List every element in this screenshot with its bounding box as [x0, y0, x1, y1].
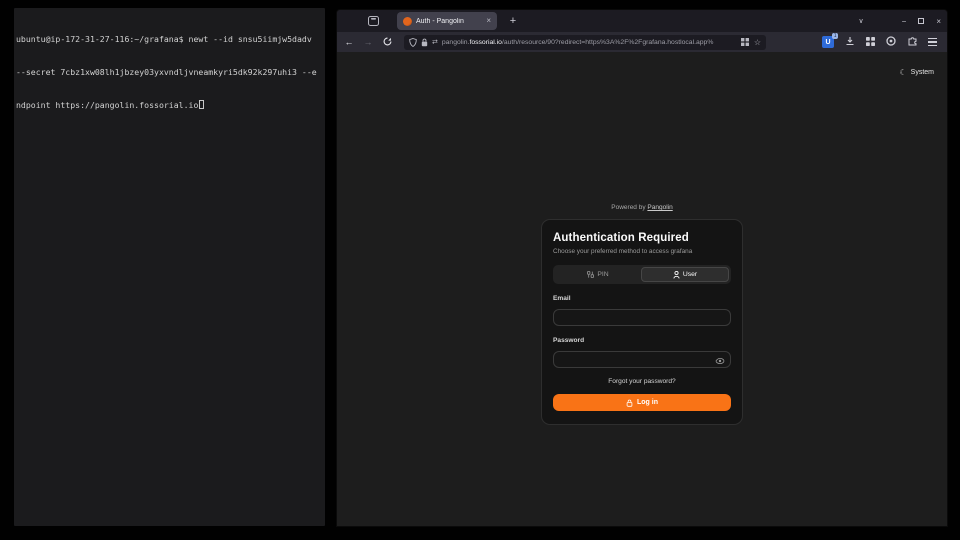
- email-field[interactable]: [553, 309, 731, 326]
- terminal-cursor: [199, 100, 204, 109]
- maximize-button[interactable]: [918, 18, 924, 24]
- theme-toggle[interactable]: ☾ System: [899, 68, 934, 77]
- bookmark-star-icon[interactable]: ☆: [754, 38, 761, 47]
- privacy-extension-icon[interactable]: [886, 33, 896, 51]
- tab-user[interactable]: User: [641, 267, 729, 282]
- menu-hamburger-icon[interactable]: [928, 38, 937, 46]
- tab-user-label: User: [683, 271, 697, 278]
- forward-button[interactable]: →: [362, 38, 374, 47]
- terminal-window[interactable]: ubuntu@ip-172-31-27-116:~/grafana$ newt …: [14, 8, 325, 526]
- tab-pin-label: PIN: [597, 271, 608, 278]
- url-text: pangolin.fossorial.io/auth/resource/90?r…: [442, 39, 737, 46]
- email-label: Email: [553, 295, 731, 302]
- site-info-swap-icon[interactable]: ⇄: [432, 38, 438, 46]
- desktop: ubuntu@ip-172-31-27-116:~/grafana$ newt …: [0, 0, 960, 540]
- firefox-view-icon[interactable]: [363, 13, 383, 29]
- pangolin-favicon-icon: [403, 17, 412, 26]
- card-title: Authentication Required: [553, 232, 731, 244]
- password-manager-extension-icon[interactable]: U 1: [822, 36, 834, 48]
- login-lock-icon: [626, 399, 633, 407]
- pangolin-link[interactable]: Pangolin: [647, 204, 672, 211]
- browser-tabbar: Auth - Pangolin × + ∨ − ×: [337, 10, 947, 32]
- terminal-line: ubuntu@ip-172-31-27-116:~/grafana$ newt …: [16, 34, 323, 45]
- user-icon: [673, 271, 680, 279]
- back-button[interactable]: ←: [343, 38, 355, 47]
- auth-method-tabs: PIN User: [553, 265, 731, 284]
- toolbar-extension-icons: U 1: [822, 33, 937, 51]
- url-bar[interactable]: ⇄ pangolin.fossorial.io/auth/resource/90…: [404, 35, 766, 50]
- tab-close-icon[interactable]: ×: [486, 17, 491, 25]
- account-services-grid-icon[interactable]: [866, 33, 875, 51]
- minimize-button[interactable]: −: [902, 17, 907, 26]
- theme-toggle-label: System: [911, 69, 934, 76]
- terminal-line: --secret 7cbz1xw08lh1jbzey03yxvndljvneam…: [16, 67, 323, 78]
- browser-toolbar: ← → ⇄ pangolin.fossorial.io/auth/resourc…: [337, 32, 947, 52]
- refresh-button[interactable]: [381, 37, 393, 48]
- extensions-puzzle-icon[interactable]: [907, 33, 917, 51]
- show-password-eye-icon[interactable]: [715, 352, 725, 370]
- auth-card: Authentication Required Choose your pref…: [541, 219, 743, 425]
- powered-by: Powered by Pangolin: [541, 204, 743, 211]
- auth-section: Powered by Pangolin Authentication Requi…: [541, 204, 743, 425]
- moon-icon: ☾: [899, 68, 906, 77]
- shield-icon[interactable]: [409, 38, 417, 47]
- page-content: ☾ System Powered by Pangolin Authenticat…: [337, 52, 947, 526]
- new-tab-button[interactable]: +: [506, 15, 520, 27]
- browser-tab-auth-pangolin[interactable]: Auth - Pangolin ×: [397, 12, 497, 30]
- forgot-password-link[interactable]: Forgot your password?: [553, 378, 731, 385]
- tab-title: Auth - Pangolin: [416, 18, 482, 25]
- close-button[interactable]: ×: [936, 17, 941, 26]
- downloads-icon[interactable]: [845, 33, 855, 51]
- terminal-line: ndpoint https://pangolin.fossorial.io: [16, 100, 323, 111]
- list-tabs-icon[interactable]: ∨: [859, 17, 864, 25]
- login-button-label: Log in: [637, 399, 658, 406]
- tab-pin[interactable]: PIN: [555, 267, 641, 282]
- extension-badge: 1: [832, 33, 838, 39]
- login-button[interactable]: Log in: [553, 394, 731, 411]
- browser-window: Auth - Pangolin × + ∨ − × ← → ⇄ pangolin: [337, 10, 947, 526]
- keypad-icon: [587, 271, 594, 278]
- password-field[interactable]: [553, 351, 731, 368]
- lock-icon[interactable]: [421, 38, 428, 47]
- window-controls: ∨ − ×: [859, 10, 941, 32]
- password-label: Password: [553, 337, 731, 344]
- containers-grid-icon[interactable]: [741, 38, 749, 46]
- card-subtitle: Choose your preferred method to access g…: [553, 248, 731, 255]
